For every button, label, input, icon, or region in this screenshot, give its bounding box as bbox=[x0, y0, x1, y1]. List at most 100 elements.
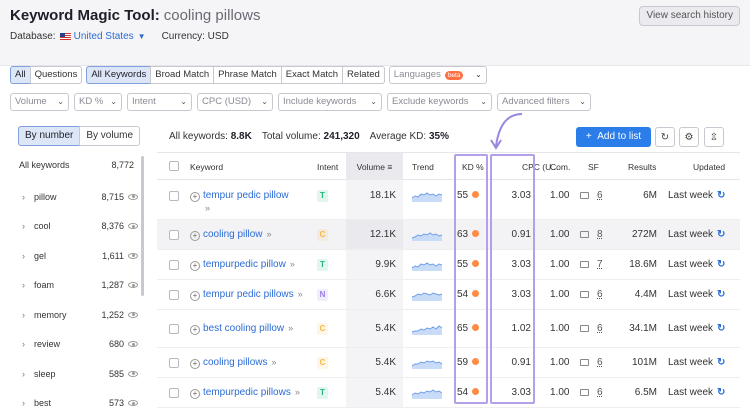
tab-exact-match[interactable]: Exact Match bbox=[280, 66, 344, 84]
table-row[interactable]: + best cooling pillow» C 5.4K 65 1.02 1.00 6 34.… bbox=[157, 310, 740, 348]
table-row[interactable]: + tempurpedic pillow» T 9.9K 55 3.03 1.00 7 18.6… bbox=[157, 250, 740, 280]
keyword-link[interactable]: best cooling pillow bbox=[203, 323, 284, 334]
intent-badge[interactable]: C bbox=[317, 229, 328, 241]
table-row[interactable]: + cooling pillows» C 5.4K 59 0.91 1.00 6 101M Las… bbox=[157, 348, 740, 378]
refresh-icon[interactable]: ↻ bbox=[717, 190, 725, 201]
volume-filter[interactable]: Volume ⌄ bbox=[10, 93, 69, 111]
chevron-right-icon[interactable]: › bbox=[22, 192, 34, 202]
sf-count[interactable]: 6 bbox=[597, 323, 603, 334]
tab-all[interactable]: All bbox=[10, 66, 31, 84]
double-chevron-icon[interactable]: » bbox=[205, 203, 210, 213]
group-item[interactable]: › sleep 585 bbox=[10, 359, 140, 389]
column-intent[interactable]: Intent bbox=[317, 153, 338, 181]
keyword-link[interactable]: tempurpedic pillow bbox=[203, 259, 286, 270]
refresh-icon[interactable]: ↻ bbox=[717, 357, 725, 368]
double-chevron-icon[interactable]: » bbox=[295, 387, 300, 397]
double-chevron-icon[interactable]: » bbox=[290, 259, 295, 269]
add-keyword-icon[interactable]: + bbox=[190, 192, 200, 202]
add-keyword-icon[interactable]: + bbox=[190, 359, 200, 369]
languages-dropdown[interactable]: Languages beta ⌄ bbox=[388, 66, 487, 84]
add-keyword-icon[interactable]: + bbox=[190, 261, 200, 271]
row-checkbox[interactable] bbox=[169, 290, 179, 300]
kd-filter[interactable]: KD % ⌄ bbox=[74, 93, 122, 111]
column-updated[interactable]: Updated bbox=[693, 153, 725, 181]
select-all-checkbox[interactable] bbox=[169, 161, 179, 171]
column-trend[interactable]: Trend bbox=[412, 153, 434, 181]
chevron-right-icon[interactable]: › bbox=[22, 280, 34, 290]
add-keyword-icon[interactable]: + bbox=[190, 231, 200, 241]
row-checkbox[interactable] bbox=[169, 358, 179, 368]
column-com[interactable]: Com. bbox=[550, 153, 570, 181]
sf-count[interactable]: 8 bbox=[597, 229, 603, 240]
table-row[interactable]: + tempur pedic pillows» N 6.6K 54 3.03 1.00 6 4.… bbox=[157, 280, 740, 310]
keyword-link[interactable]: tempurpedic pillows bbox=[203, 387, 291, 398]
eye-icon[interactable] bbox=[128, 252, 138, 259]
keyword-link[interactable]: tempur pedic pillows bbox=[203, 289, 294, 300]
table-row[interactable]: + tempur pedic pillow» T 18.1K 55 3.03 1.00 6 6M… bbox=[157, 180, 740, 220]
export-button[interactable]: ⇫ bbox=[704, 127, 724, 147]
chevron-right-icon[interactable]: › bbox=[22, 369, 34, 379]
tab-phrase-match[interactable]: Phrase Match bbox=[213, 66, 282, 84]
tab-all-keywords[interactable]: All Keywords bbox=[86, 66, 152, 84]
refresh-button[interactable]: ↻ bbox=[655, 127, 675, 147]
double-chevron-icon[interactable]: » bbox=[288, 323, 293, 333]
eye-icon[interactable] bbox=[128, 311, 138, 318]
chevron-right-icon[interactable]: › bbox=[22, 339, 34, 349]
intent-badge[interactable]: C bbox=[317, 323, 328, 335]
intent-badge[interactable]: N bbox=[317, 289, 328, 301]
sf-count[interactable]: 6 bbox=[597, 289, 603, 300]
database-selector[interactable]: United States ▼ bbox=[59, 31, 146, 42]
refresh-icon[interactable]: ↻ bbox=[717, 387, 725, 398]
intent-filter[interactable]: Intent ⌄ bbox=[127, 93, 192, 111]
intent-badge[interactable]: T bbox=[317, 259, 328, 271]
eye-icon[interactable] bbox=[128, 400, 138, 407]
double-chevron-icon[interactable]: » bbox=[271, 357, 276, 367]
column-results[interactable]: Results bbox=[628, 153, 656, 181]
advanced-filters-dropdown[interactable]: Advanced filters ⌄ bbox=[497, 93, 591, 111]
chevron-right-icon[interactable]: › bbox=[22, 310, 34, 320]
chevron-right-icon[interactable]: › bbox=[22, 221, 34, 231]
add-keyword-icon[interactable]: + bbox=[190, 325, 200, 335]
add-keyword-icon[interactable]: + bbox=[190, 291, 200, 301]
refresh-icon[interactable]: ↻ bbox=[717, 323, 725, 334]
keyword-link[interactable]: tempur pedic pillow bbox=[203, 190, 289, 201]
row-checkbox[interactable] bbox=[169, 260, 179, 270]
add-to-list-button[interactable]: + Add to list bbox=[576, 127, 651, 147]
group-item[interactable]: › memory 1,252 bbox=[10, 300, 140, 330]
eye-icon[interactable] bbox=[128, 370, 138, 377]
by-number-button[interactable]: By number bbox=[18, 126, 81, 146]
table-row[interactable]: + tempurpedic pillows» T 5.4K 54 3.03 1.00 6 6.5… bbox=[157, 378, 740, 408]
group-item[interactable]: › cool 8,376 bbox=[10, 212, 140, 242]
row-checkbox[interactable] bbox=[169, 388, 179, 398]
exclude-keywords-filter[interactable]: Exclude keywords ⌄ bbox=[387, 93, 492, 111]
group-item[interactable]: › review 680 bbox=[10, 330, 140, 360]
keyword-link[interactable]: cooling pillow bbox=[203, 229, 262, 240]
row-checkbox[interactable] bbox=[169, 324, 179, 334]
group-item[interactable]: › foam 1,287 bbox=[10, 271, 140, 301]
group-item[interactable]: › gel 1,611 bbox=[10, 241, 140, 271]
eye-icon[interactable] bbox=[128, 223, 138, 230]
refresh-icon[interactable]: ↻ bbox=[717, 289, 725, 300]
sidebar-scrollbar[interactable] bbox=[141, 156, 144, 296]
column-sf[interactable]: SF bbox=[588, 153, 599, 181]
intent-badge[interactable]: C bbox=[317, 357, 328, 369]
double-chevron-icon[interactable]: » bbox=[266, 229, 271, 239]
eye-icon[interactable] bbox=[128, 341, 138, 348]
include-keywords-filter[interactable]: Include keywords ⌄ bbox=[278, 93, 382, 111]
group-item[interactable]: › best 573 bbox=[10, 389, 140, 416]
intent-badge[interactable]: T bbox=[317, 387, 328, 399]
add-keyword-icon[interactable]: + bbox=[190, 389, 200, 399]
intent-badge[interactable]: T bbox=[317, 190, 328, 202]
chevron-right-icon[interactable]: › bbox=[22, 251, 34, 261]
sidebar-all-keywords[interactable]: All keywords 8,772 bbox=[19, 160, 134, 170]
group-item[interactable]: › pillow 8,715 bbox=[10, 182, 140, 212]
double-chevron-icon[interactable]: » bbox=[298, 289, 303, 299]
sf-count[interactable]: 6 bbox=[597, 190, 603, 201]
table-row[interactable]: + cooling pillow» C 12.1K 63 0.91 1.00 8 272M Las… bbox=[157, 220, 740, 250]
tab-questions[interactable]: Questions bbox=[29, 66, 83, 84]
row-checkbox[interactable] bbox=[169, 230, 179, 240]
sf-count[interactable]: 7 bbox=[597, 259, 603, 270]
eye-icon[interactable] bbox=[128, 282, 138, 289]
sf-count[interactable]: 6 bbox=[597, 387, 603, 398]
column-keyword[interactable]: Keyword bbox=[190, 153, 223, 181]
